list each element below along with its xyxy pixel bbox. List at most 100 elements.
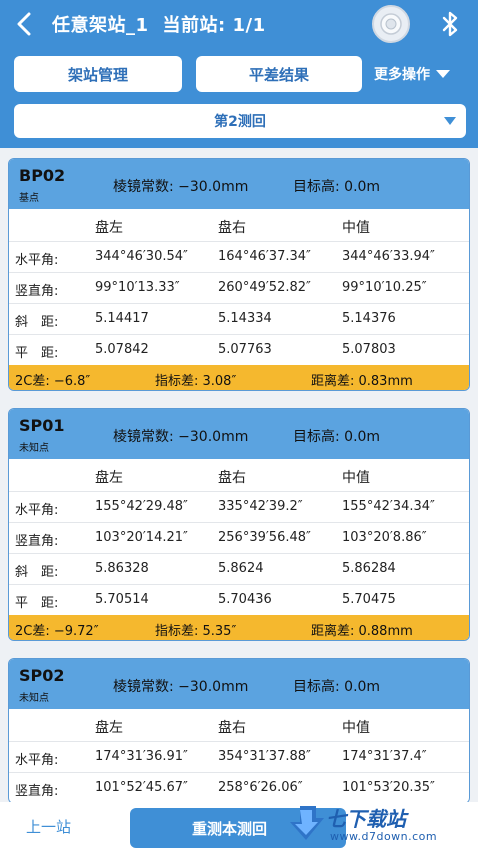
table-cell: 5.07763 xyxy=(218,342,272,357)
table-cell: 99°10′10.25″ xyxy=(342,280,427,295)
distance-difference: 距离差: 0.88mm xyxy=(311,624,413,639)
target-height: 目标高: 0.0m xyxy=(293,679,381,695)
watermark: 七下载站 www.d7down.com xyxy=(286,800,478,850)
table-header: 盘左 盘右 中值 xyxy=(9,209,469,241)
row-label: 竖直角: xyxy=(15,284,59,299)
col-face-left: 盘左 xyxy=(95,720,123,736)
point-name: BP02 xyxy=(19,166,66,185)
more-actions-label: 更多操作 xyxy=(374,67,430,83)
card-header: BP02 基点 棱镜常数: −30.0mm 目标高: 0.0m xyxy=(9,159,469,209)
table-header: 盘左 盘右 中值 xyxy=(9,709,469,741)
row-label: 竖直角: xyxy=(15,784,59,799)
row-label: 水平角: xyxy=(15,253,59,268)
previous-station-button[interactable]: 上一站 xyxy=(26,816,71,837)
table-cell: 103°20′14.21″ xyxy=(95,530,188,545)
more-actions-dropdown[interactable]: 更多操作 xyxy=(374,56,451,92)
table-cell: 101°53′20.35″ xyxy=(342,780,435,795)
distance-difference: 距离差: 0.83mm xyxy=(311,374,413,389)
card-header: SP01 未知点 棱镜常数: −30.0mm 目标高: 0.0m xyxy=(9,409,469,459)
current-station-value: 1/1 xyxy=(232,15,266,36)
point-type: 基点 xyxy=(19,193,39,204)
2c-difference: 2C差: −9.72″ xyxy=(15,624,99,639)
bluetooth-button[interactable] xyxy=(430,0,470,48)
table-row: 水平角: 155°42′29.48″ 335°42′39.2″ 155°42′3… xyxy=(9,491,469,522)
download-logo-icon xyxy=(290,806,324,840)
top-bar: 任意架站_1 当前站: 1/1 xyxy=(0,0,478,48)
table-cell: 5.07803 xyxy=(342,342,396,357)
row-label: 斜 距: xyxy=(15,565,59,580)
col-face-left: 盘左 xyxy=(95,470,123,486)
col-face-left: 盘左 xyxy=(95,220,123,236)
table-row: 斜 距: 5.86328 5.8624 5.86284 xyxy=(9,553,469,584)
watermark-url: www.d7down.com xyxy=(330,830,438,843)
point-name: SP02 xyxy=(19,666,65,685)
observation-card[interactable]: BP02 基点 棱镜常数: −30.0mm 目标高: 0.0m 盘左 盘右 中值… xyxy=(8,158,470,391)
table-cell: 174°31′36.91″ xyxy=(95,749,188,764)
col-face-right: 盘右 xyxy=(218,720,246,736)
error-footer: 2C差: −6.8″ 指标差: 3.08″ 距离差: 0.83mm xyxy=(9,365,469,390)
page-title: 任意架站_1 当前站: 1/1 xyxy=(52,11,266,37)
round-select-value: 第2测回 xyxy=(214,114,266,130)
row-label: 斜 距: xyxy=(15,315,59,330)
observation-card[interactable]: SP02 未知点 棱镜常数: −30.0mm 目标高: 0.0m 盘左 盘右 中… xyxy=(8,658,470,802)
table-cell: 5.70475 xyxy=(342,592,396,607)
bluetooth-icon xyxy=(442,11,458,37)
station-manage-button[interactable]: 架站管理 xyxy=(14,56,182,92)
table-cell: 5.86328 xyxy=(95,561,149,576)
row-label: 竖直角: xyxy=(15,534,59,549)
point-type: 未知点 xyxy=(19,443,49,454)
observation-card[interactable]: SP01 未知点 棱镜常数: −30.0mm 目标高: 0.0m 盘左 盘右 中… xyxy=(8,408,470,641)
row-label: 水平角: xyxy=(15,753,59,768)
error-footer: 2C差: −9.72″ 指标差: 5.35″ 距离差: 0.88mm xyxy=(9,615,469,640)
table-row: 竖直角: 101°52′45.67″ 258°6′26.06″ 101°53′2… xyxy=(9,772,469,802)
col-mean: 中值 xyxy=(342,220,370,236)
table-cell: 335°42′39.2″ xyxy=(218,499,303,514)
col-mean: 中值 xyxy=(342,470,370,486)
caret-down-icon xyxy=(444,117,456,125)
table-cell: 155°42′34.34″ xyxy=(342,499,435,514)
table-cell: 5.86284 xyxy=(342,561,396,576)
row-label: 平 距: xyxy=(15,346,59,361)
2c-difference: 2C差: −6.8″ xyxy=(15,374,91,389)
table-cell: 5.8624 xyxy=(218,561,264,576)
table-cell: 5.14334 xyxy=(218,311,272,326)
table-cell: 5.14417 xyxy=(95,311,149,326)
table-row: 平 距: 5.70514 5.70436 5.70475 xyxy=(9,584,469,615)
round-select[interactable]: 第2测回 xyxy=(14,104,466,138)
table-cell: 344°46′33.94″ xyxy=(342,249,435,264)
table-cell: 354°31′37.88″ xyxy=(218,749,311,764)
prism-button[interactable] xyxy=(372,5,410,43)
table-cell: 344°46′30.54″ xyxy=(95,249,188,264)
table-cell: 103°20′8.86″ xyxy=(342,530,427,545)
table-cell: 258°6′26.06″ xyxy=(218,780,303,795)
row-label: 水平角: xyxy=(15,503,59,518)
watermark-title: 七下载站 xyxy=(326,807,406,831)
table-cell: 5.07842 xyxy=(95,342,149,357)
target-height: 目标高: 0.0m xyxy=(293,179,381,195)
table-cell: 101°52′45.67″ xyxy=(95,780,188,795)
observation-list[interactable]: BP02 基点 棱镜常数: −30.0mm 目标高: 0.0m 盘左 盘右 中值… xyxy=(0,148,478,802)
table-row: 竖直角: 99°10′13.33″ 260°49′52.82″ 99°10′10… xyxy=(9,272,469,303)
table-cell: 260°49′52.82″ xyxy=(218,280,311,295)
prism-constant: 棱镜常数: −30.0mm xyxy=(113,679,249,695)
point-type: 未知点 xyxy=(19,693,49,704)
index-difference: 指标差: 3.08″ xyxy=(155,374,237,389)
adjust-result-button[interactable]: 平差结果 xyxy=(196,56,362,92)
table-cell: 155°42′29.48″ xyxy=(95,499,188,514)
table-header: 盘左 盘右 中值 xyxy=(9,459,469,491)
col-mean: 中值 xyxy=(342,720,370,736)
index-difference: 指标差: 5.35″ xyxy=(155,624,237,639)
action-row: 架站管理 平差结果 更多操作 xyxy=(14,56,470,92)
prism-icon xyxy=(380,13,402,35)
table-row: 水平角: 174°31′36.91″ 354°31′37.88″ 174°31′… xyxy=(9,741,469,772)
table-cell: 5.70436 xyxy=(218,592,272,607)
table-row: 斜 距: 5.14417 5.14334 5.14376 xyxy=(9,303,469,334)
table-row: 平 距: 5.07842 5.07763 5.07803 xyxy=(9,334,469,365)
table-cell: 5.70514 xyxy=(95,592,149,607)
current-station-label: 当前站: xyxy=(162,15,226,36)
table-row: 竖直角: 103°20′14.21″ 256°39′56.48″ 103°20′… xyxy=(9,522,469,553)
caret-down-icon xyxy=(436,70,450,78)
table-row: 水平角: 344°46′30.54″ 164°46′37.34″ 344°46′… xyxy=(9,241,469,272)
prism-constant: 棱镜常数: −30.0mm xyxy=(113,429,249,445)
back-button[interactable] xyxy=(0,0,48,48)
